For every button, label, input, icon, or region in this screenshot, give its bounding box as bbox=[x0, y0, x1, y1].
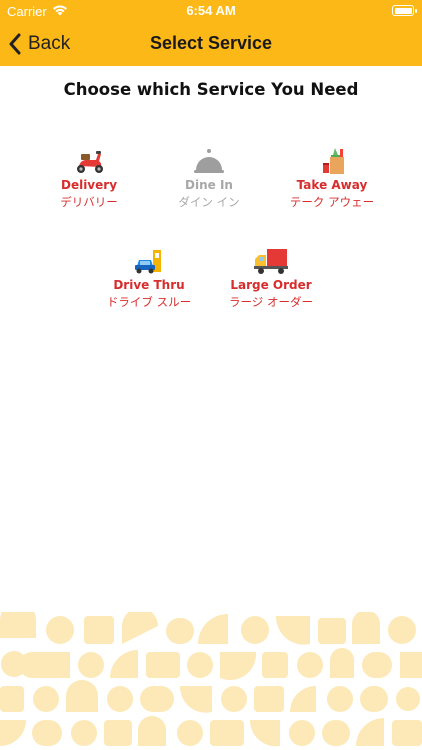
service-label-jp: テーク アウェー bbox=[289, 195, 375, 209]
service-label-jp: ダイン イン bbox=[178, 195, 240, 209]
service-label-jp: ラージ オーダー bbox=[229, 295, 313, 309]
service-label-en: Take Away bbox=[296, 178, 368, 192]
grocery-bag-icon bbox=[323, 148, 344, 174]
service-label-jp: デリバリー bbox=[60, 195, 118, 209]
service-drive-thru[interactable]: Drive Thru ドライブ スルー bbox=[89, 246, 209, 309]
decorative-pattern bbox=[0, 612, 422, 747]
status-bar: Carrier 6:54 AM bbox=[0, 0, 422, 22]
delivery-truck-icon bbox=[254, 249, 288, 274]
service-label-jp: ドライブ スルー bbox=[106, 295, 192, 309]
battery-icon bbox=[392, 5, 417, 16]
service-label-en: Drive Thru bbox=[113, 278, 185, 292]
section-heading: Choose which Service You Need bbox=[63, 80, 359, 99]
scooter-icon bbox=[77, 151, 103, 173]
page-title: Select Service bbox=[149, 33, 273, 53]
navigation-bar: Back Select Service bbox=[0, 22, 422, 66]
cloche-icon bbox=[194, 149, 224, 173]
service-label-en: Large Order bbox=[230, 278, 312, 292]
service-label-en: Dine In bbox=[185, 178, 233, 192]
status-time: 6:54 AM bbox=[186, 3, 236, 18]
service-take-away[interactable]: Take Away テーク アウェー bbox=[272, 146, 392, 209]
service-dine-in[interactable]: Dine In ダイン イン bbox=[149, 146, 269, 209]
service-label-en: Delivery bbox=[60, 178, 118, 192]
service-large-order[interactable]: Large Order ラージ オーダー bbox=[211, 246, 331, 309]
service-delivery[interactable]: Delivery デリバリー bbox=[29, 146, 149, 209]
drive-thru-car-icon bbox=[135, 250, 161, 274]
